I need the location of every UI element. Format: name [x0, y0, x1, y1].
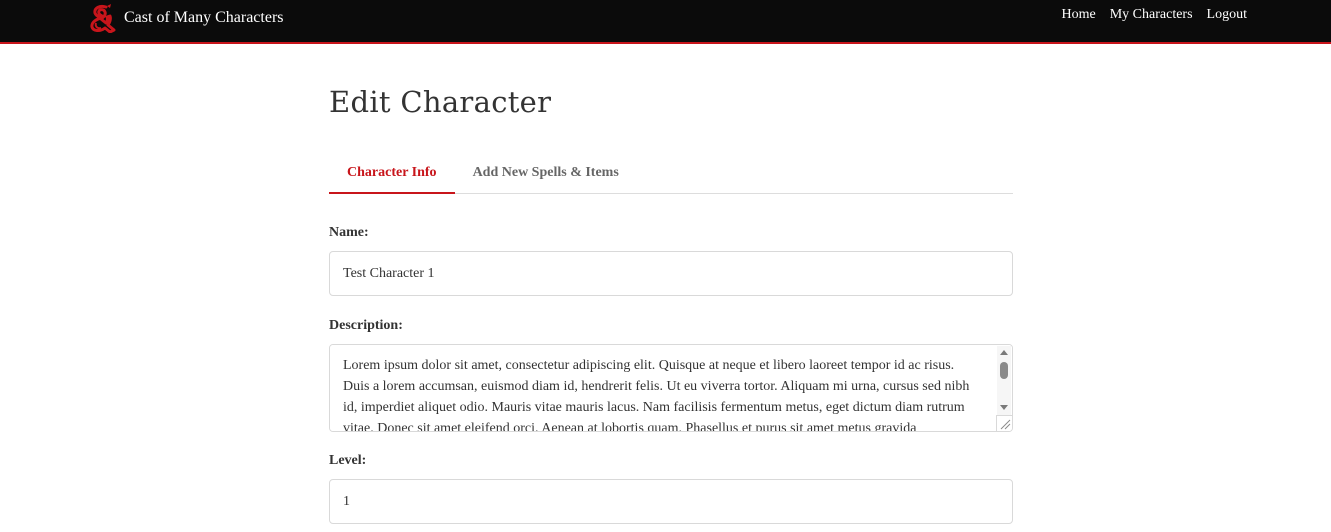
- nav-link-logout[interactable]: Logout: [1207, 7, 1247, 23]
- scroll-down-icon[interactable]: [1000, 405, 1008, 410]
- character-form: Name: Description: Lorem ipsum dolor sit…: [329, 224, 1013, 524]
- name-input[interactable]: [329, 251, 1013, 296]
- description-field: Lorem ipsum dolor sit amet, consectetur …: [329, 344, 1013, 432]
- scroll-up-icon[interactable]: [1000, 350, 1008, 355]
- ampersand-dragon-icon: [90, 4, 116, 33]
- nav-link-home[interactable]: Home: [1062, 7, 1096, 23]
- tab-character-info[interactable]: Character Info: [329, 154, 455, 194]
- brand-title: Cast of Many Characters: [124, 9, 284, 26]
- top-navbar: Cast of Many Characters Home My Characte…: [0, 0, 1331, 44]
- tab-bar: Character Info Add New Spells & Items: [329, 154, 1013, 194]
- resize-handle-icon[interactable]: [996, 415, 1012, 431]
- description-label: Description:: [329, 318, 403, 333]
- main-content: Edit Character Character Info Add New Sp…: [329, 44, 1013, 524]
- page-title: Edit Character: [329, 85, 552, 119]
- name-label: Name:: [329, 225, 369, 240]
- scroll-thumb[interactable]: [1000, 362, 1008, 379]
- level-label: Level:: [329, 453, 367, 468]
- description-textarea[interactable]: Lorem ipsum dolor sit amet, consectetur …: [330, 345, 1012, 431]
- nav-link-my-characters[interactable]: My Characters: [1110, 7, 1193, 23]
- nav-links: Home My Characters Logout: [1062, 7, 1247, 23]
- brand-link[interactable]: Cast of Many Characters: [86, 3, 284, 33]
- tab-add-new-spells-items[interactable]: Add New Spells & Items: [455, 154, 637, 194]
- level-input[interactable]: [329, 479, 1013, 524]
